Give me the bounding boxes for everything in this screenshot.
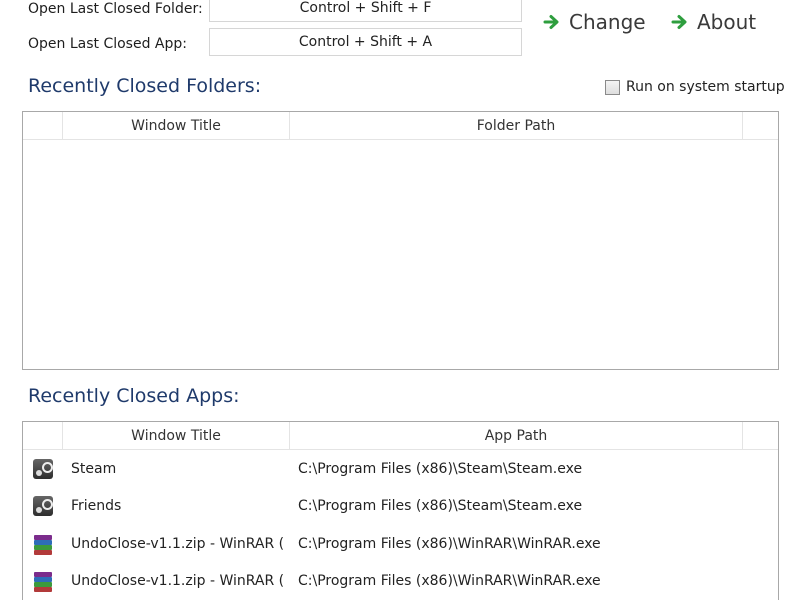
arrow-right-icon xyxy=(543,15,559,29)
app-window-title: Friends xyxy=(71,498,122,515)
column-header-filler xyxy=(743,422,778,449)
column-header-icon[interactable] xyxy=(23,422,63,449)
app-list-item[interactable]: Steam C:\Program Files (x86)\Steam\Steam… xyxy=(23,450,778,488)
app-list-item[interactable]: UndoClose-v1.1.zip - WinRAR ( C:\Program… xyxy=(23,563,778,600)
column-header-window-title[interactable]: Window Title xyxy=(63,112,290,139)
recently-closed-folders-title: Recently Closed Folders: xyxy=(28,75,262,97)
app-hotkey-label: Open Last Closed App: xyxy=(28,36,187,52)
app-window-title: Steam xyxy=(71,460,117,477)
steam-icon xyxy=(33,458,53,479)
app-path: C:\Program Files (x86)\Steam\Steam.exe xyxy=(298,460,583,477)
column-header-folder-path[interactable]: Folder Path xyxy=(290,112,743,139)
about-button-label: About xyxy=(697,10,757,34)
app-window-title: UndoClose-v1.1.zip - WinRAR ( xyxy=(71,573,285,590)
winrar-icon xyxy=(33,534,53,555)
apps-listview[interactable]: Window Title App Path Steam C:\Program F… xyxy=(22,421,779,600)
recently-closed-apps-title: Recently Closed Apps: xyxy=(28,385,240,407)
app-path: C:\Program Files (x86)\Steam\Steam.exe xyxy=(298,498,583,515)
app-window-title: UndoClose-v1.1.zip - WinRAR ( xyxy=(71,535,285,552)
app-list-item[interactable]: UndoClose-v1.1.zip - WinRAR ( C:\Program… xyxy=(23,525,778,563)
app-hotkey-field[interactable]: Control + Shift + A xyxy=(209,28,522,56)
change-button[interactable]: Change xyxy=(543,10,646,34)
column-header-app-path[interactable]: App Path xyxy=(290,422,743,449)
change-button-label: Change xyxy=(569,10,646,34)
steam-icon xyxy=(33,496,53,517)
checkbox-box[interactable] xyxy=(605,79,620,95)
folder-hotkey-label: Open Last Closed Folder: xyxy=(28,1,203,17)
app-path: C:\Program Files (x86)\WinRAR\WinRAR.exe xyxy=(298,535,601,552)
app-path: C:\Program Files (x86)\WinRAR\WinRAR.exe xyxy=(298,573,601,590)
apps-list-header: Window Title App Path xyxy=(23,422,778,450)
column-header-icon[interactable] xyxy=(23,112,63,139)
column-header-window-title[interactable]: Window Title xyxy=(63,422,290,449)
winrar-icon xyxy=(33,571,53,593)
run-on-startup-label: Run on system startup xyxy=(626,79,785,95)
about-button[interactable]: About xyxy=(671,10,756,34)
run-on-startup-checkbox[interactable]: Run on system startup xyxy=(605,79,785,95)
column-header-filler xyxy=(743,112,778,139)
folders-list-header: Window Title Folder Path xyxy=(23,112,778,140)
folders-listview[interactable]: Window Title Folder Path xyxy=(22,111,779,370)
folder-hotkey-field[interactable]: Control + Shift + F xyxy=(209,0,522,22)
app-list-item[interactable]: Friends C:\Program Files (x86)\Steam\Ste… xyxy=(23,488,778,526)
arrow-right-icon xyxy=(671,15,687,29)
